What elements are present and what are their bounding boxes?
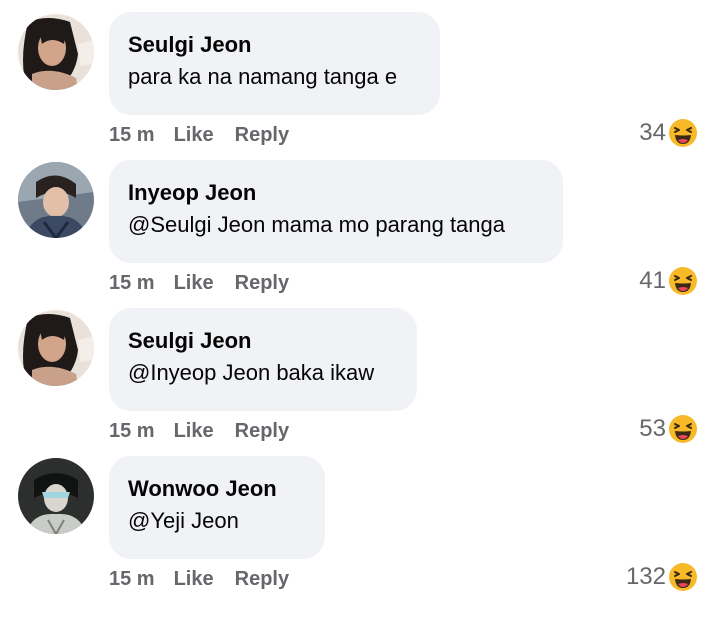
commenter-name[interactable]: Seulgi Jeon — [128, 32, 420, 58]
commenter-name[interactable]: Inyeop Jeon — [128, 180, 543, 206]
avatar[interactable] — [18, 458, 94, 534]
reaction-count: 132 — [625, 563, 666, 590]
comment-bubble: Inyeop Jeon @Seulgi Jeon mama mo parang … — [109, 160, 563, 263]
reaction-count: 34 — [639, 119, 666, 146]
haha-emoji-icon — [669, 119, 697, 147]
comment-text: @Yeji Jeon — [128, 508, 239, 533]
comment-actions: 15 m Like Reply — [109, 270, 289, 296]
reply-button[interactable]: Reply — [235, 420, 289, 443]
reply-button[interactable]: Reply — [235, 568, 289, 591]
commenter-name[interactable]: Wonwoo Jeon — [128, 476, 305, 502]
avatar[interactable] — [18, 14, 94, 90]
haha-emoji-icon — [669, 415, 697, 443]
timestamp[interactable]: 15 m — [109, 568, 155, 591]
commenter-name[interactable]: Seulgi Jeon — [128, 328, 397, 354]
reply-button[interactable]: Reply — [235, 272, 289, 295]
comment-item: Inyeop Jeon @Seulgi Jeon mama mo parang … — [0, 148, 720, 296]
reaction-summary[interactable]: 34 — [639, 116, 698, 150]
comment-item: Seulgi Jeon @Inyeop Jeon baka ikaw 15 m … — [0, 296, 720, 444]
comment-actions: 15 m Like Reply — [109, 122, 289, 148]
haha-emoji-icon — [669, 267, 697, 295]
comment-text: para ka na namang tanga e — [128, 64, 398, 89]
reply-button[interactable]: Reply — [235, 124, 289, 147]
avatar[interactable] — [18, 162, 94, 238]
comment-item: Seulgi Jeon para ka na namang tanga e 15… — [0, 0, 720, 148]
reaction-count: 53 — [639, 415, 666, 442]
comment-text: @Inyeop Jeon baka ikaw — [128, 360, 375, 385]
comment-actions: 15 m Like Reply — [109, 418, 289, 444]
timestamp[interactable]: 15 m — [109, 272, 155, 295]
reaction-summary[interactable]: 41 — [639, 264, 698, 298]
comment-bubble: Wonwoo Jeon @Yeji Jeon — [109, 456, 325, 559]
comment-actions: 15 m Like Reply — [109, 566, 289, 592]
comment-text: @Seulgi Jeon mama mo parang tanga — [128, 212, 505, 237]
comment-bubble: Seulgi Jeon para ka na namang tanga e — [109, 12, 440, 115]
reaction-summary[interactable]: 132 — [626, 560, 698, 594]
like-button[interactable]: Like — [174, 272, 214, 295]
avatar[interactable] — [18, 310, 94, 386]
haha-emoji-icon — [669, 563, 697, 591]
like-button[interactable]: Like — [174, 420, 214, 443]
comment-item: Wonwoo Jeon @Yeji Jeon 15 m Like Reply 1… — [0, 444, 720, 592]
timestamp[interactable]: 15 m — [109, 420, 155, 443]
like-button[interactable]: Like — [174, 568, 214, 591]
timestamp[interactable]: 15 m — [109, 124, 155, 147]
comment-bubble: Seulgi Jeon @Inyeop Jeon baka ikaw — [109, 308, 417, 411]
reaction-count: 41 — [639, 267, 666, 294]
like-button[interactable]: Like — [174, 124, 214, 147]
reaction-summary[interactable]: 53 — [639, 412, 698, 446]
